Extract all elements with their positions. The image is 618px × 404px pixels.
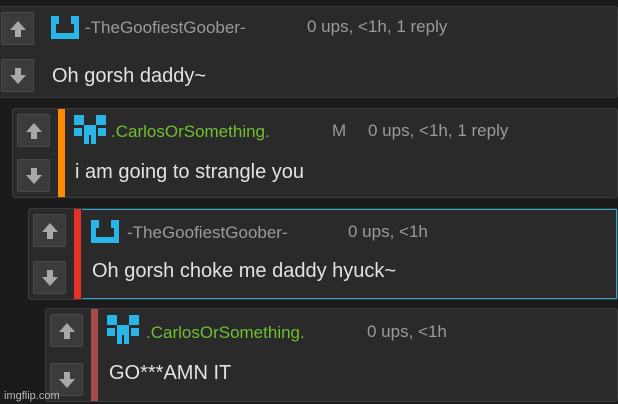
comment-meta: 0 ups, <1h, 1 reply (368, 121, 509, 140)
downvote-arrow-icon (58, 371, 75, 388)
user-avatar-icon[interactable] (73, 114, 107, 151)
username-link[interactable]: -TheGoofiestGoober- (127, 223, 288, 243)
watermark: imgflip.com (4, 390, 60, 402)
user-avatar-icon[interactable] (89, 217, 121, 252)
vote-column (0, 7, 39, 97)
comment-meta: 0 ups, <1h (348, 222, 428, 241)
user-avatar-icon[interactable] (49, 13, 81, 48)
thread-accent-bar (58, 109, 65, 197)
username-link[interactable]: .CarlosOrSomething. (146, 323, 305, 343)
downvote-button[interactable] (33, 261, 66, 294)
comment-meta: 0 ups, <1h (367, 322, 447, 341)
downvote-arrow-icon (9, 67, 26, 84)
username-link[interactable]: -TheGoofiestGoober- (85, 18, 246, 38)
comment: .CarlosOrSomething. M 0 ups, <1h, 1 repl… (12, 108, 618, 198)
upvote-arrow-icon (25, 122, 42, 139)
comment: -TheGoofiestGoober- 0 ups, <1h Oh gorsh … (28, 208, 618, 300)
comment-meta: 0 ups, <1h, 1 reply (307, 17, 448, 36)
comment-text: GO***AMN IT (109, 362, 232, 384)
vote-column (13, 109, 55, 197)
upvote-arrow-icon (58, 322, 75, 339)
thread-accent-bar (91, 309, 98, 401)
comment: .CarlosOrSomething. 0 ups, <1h GO***AMN … (45, 308, 618, 402)
comment-text: i am going to strangle you (75, 161, 305, 183)
vote-column (29, 209, 71, 299)
thread-accent-bar (74, 209, 81, 299)
downvote-button[interactable] (17, 159, 50, 192)
downvote-arrow-icon (41, 269, 58, 286)
username-link[interactable]: .CarlosOrSomething. (111, 122, 270, 142)
upvote-arrow-icon (9, 20, 26, 37)
downvote-arrow-icon (25, 167, 42, 184)
user-avatar-icon[interactable] (106, 314, 140, 351)
comment-text: Oh gorsh choke me daddy hyuck~ (92, 260, 397, 282)
upvote-button[interactable] (50, 314, 83, 347)
moderator-badge: M (332, 121, 347, 140)
comment: -TheGoofiestGoober- 0 ups, <1h, 1 reply … (0, 6, 618, 98)
upvote-button[interactable] (1, 12, 34, 45)
vote-column (46, 309, 88, 401)
comment-text: Oh gorsh daddy~ (52, 65, 206, 87)
upvote-arrow-icon (41, 222, 58, 239)
upvote-button[interactable] (33, 214, 66, 247)
downvote-button[interactable] (1, 59, 34, 92)
upvote-button[interactable] (17, 114, 50, 147)
